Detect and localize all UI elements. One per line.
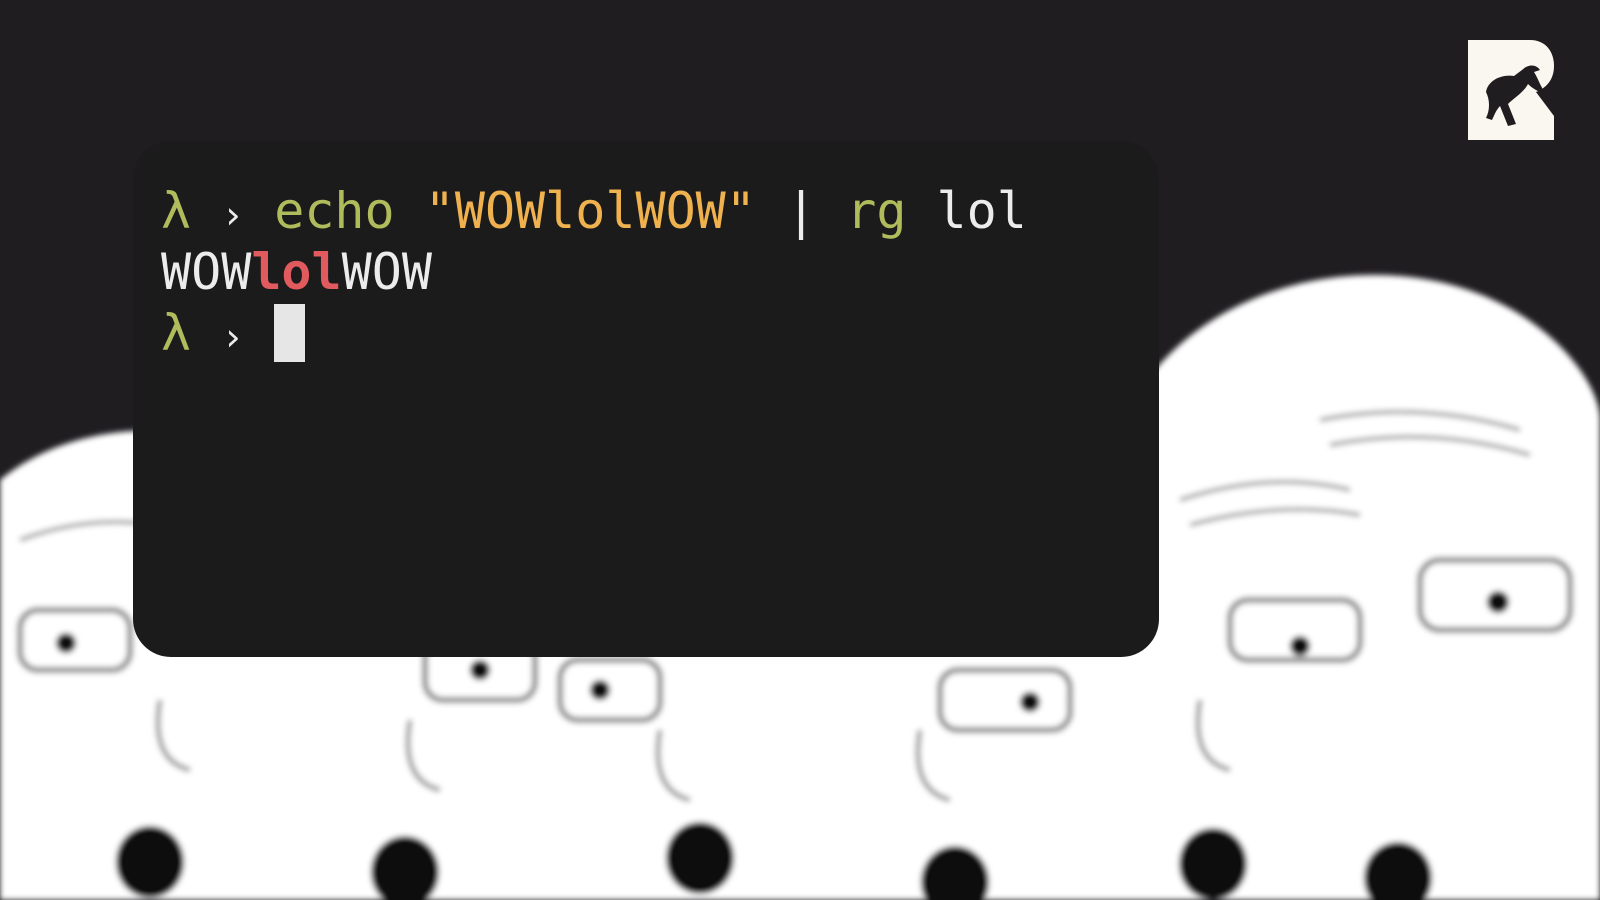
pipe-operator: |	[786, 182, 817, 240]
prompt-chevron-icon: ›	[221, 193, 245, 237]
prompt-lambda: λ	[161, 182, 192, 240]
output-match-highlight: lol	[251, 243, 342, 301]
output-text-before: WOW	[161, 243, 252, 301]
command-echo: echo	[274, 182, 395, 240]
input-line[interactable]: λ ›	[161, 303, 1159, 364]
bull-head-R-logo-icon	[1468, 40, 1554, 140]
terminal-window[interactable]: λ › echo "WOWlolWOW" | rg lol WOWlolWOW …	[133, 141, 1159, 657]
command-line: λ › echo "WOWlolWOW" | rg lol	[161, 181, 1159, 242]
output-line: WOWlolWOW	[161, 242, 1159, 303]
prompt-lambda: λ	[161, 304, 192, 362]
prompt-chevron-icon: ›	[221, 315, 245, 359]
command-rg: rg	[846, 182, 907, 240]
brand-logo	[1468, 40, 1554, 140]
output-text-after: WOW	[341, 243, 432, 301]
block-cursor-icon[interactable]	[274, 304, 306, 362]
search-pattern: lol	[936, 182, 1027, 240]
command-string-argument: "WOWlolWOW"	[424, 182, 756, 240]
